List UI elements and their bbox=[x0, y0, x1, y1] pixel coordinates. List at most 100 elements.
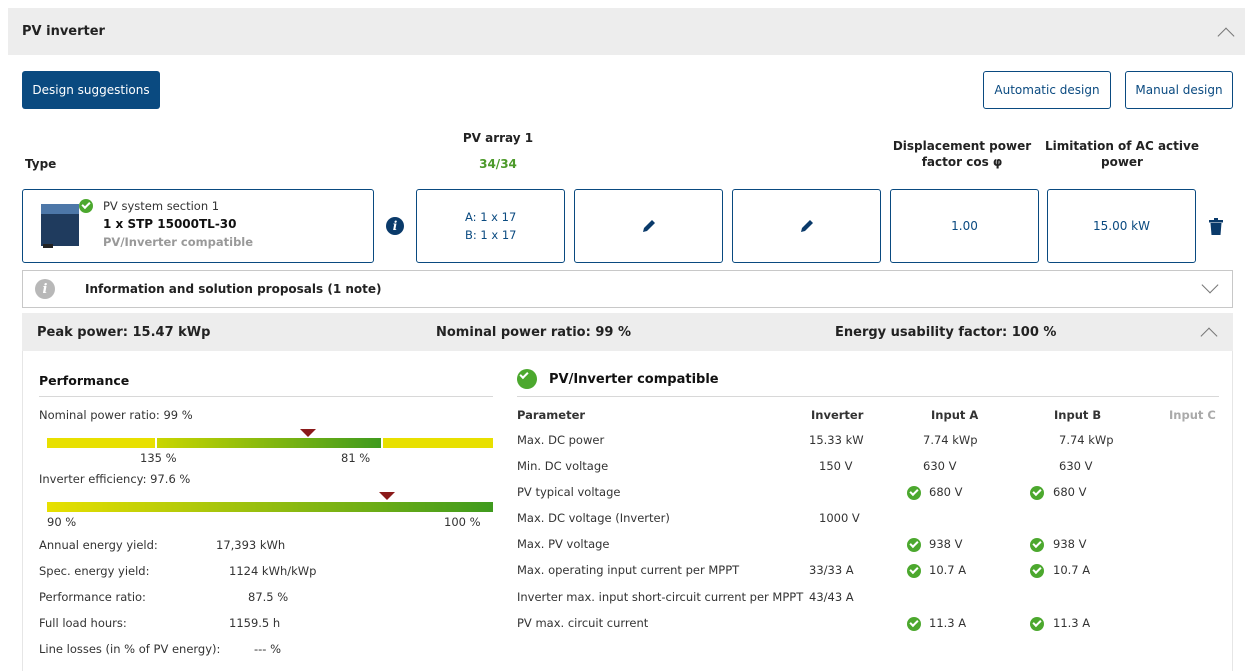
chevron-up-icon[interactable] bbox=[1200, 327, 1218, 345]
check-icon bbox=[1030, 617, 1044, 631]
edit-array-3-button[interactable] bbox=[732, 189, 881, 263]
divider bbox=[39, 396, 493, 397]
inverter-card[interactable]: PV system section 1 1 x STP 15000TL-30 P… bbox=[22, 189, 374, 263]
inverter-model: 1 x STP 15000TL-30 bbox=[103, 217, 237, 231]
pv-array-header: PV array 1 bbox=[462, 131, 534, 145]
strings-a: A: 1 x 17 bbox=[465, 210, 517, 224]
inverter-cell: 1000 V bbox=[819, 511, 860, 525]
ac-limit-cell[interactable]: 15.00 kW bbox=[1047, 189, 1196, 263]
parameter-cell: PV max. circuit current bbox=[517, 616, 649, 630]
input-b-cell: 938 V bbox=[1053, 537, 1087, 551]
info-icon[interactable]: i bbox=[386, 217, 404, 235]
col-input-b: Input B bbox=[1054, 408, 1102, 422]
efficiency-label: Inverter efficiency: 97.6 % bbox=[39, 472, 191, 486]
parameter-cell: Max. DC voltage (Inverter) bbox=[517, 511, 670, 525]
parameter-cell: Max. DC power bbox=[517, 433, 605, 447]
info-icon: i bbox=[35, 279, 55, 299]
efficiency-tick-right: 100 % bbox=[444, 515, 481, 529]
input-a-cell: 630 V bbox=[923, 459, 957, 473]
displacement-header-line1: Displacement power bbox=[892, 139, 1032, 153]
input-b-cell: 7.74 kWp bbox=[1059, 433, 1114, 447]
check-icon bbox=[907, 538, 921, 552]
line-losses-label: Line losses (in % of PV energy): bbox=[39, 642, 221, 656]
nominal-bar-low bbox=[47, 438, 155, 448]
input-b-cell: 630 V bbox=[1059, 459, 1093, 473]
line-losses-value: --- % bbox=[254, 642, 282, 656]
check-icon bbox=[907, 486, 921, 500]
parameter-cell: Min. DC voltage bbox=[517, 459, 609, 473]
full-load-hours-value: 1159.5 h bbox=[229, 616, 281, 630]
compatible-check-icon bbox=[517, 369, 537, 389]
input-a-cell: 938 V bbox=[929, 537, 963, 551]
type-header: Type bbox=[25, 157, 57, 171]
performance-ratio-label: Performance ratio: bbox=[39, 590, 146, 604]
nominal-bar-optimal bbox=[157, 438, 381, 448]
chevron-down-icon[interactable] bbox=[1201, 276, 1219, 294]
nominal-marker bbox=[300, 429, 316, 437]
performance-title: Performance bbox=[39, 373, 130, 388]
nominal-ratio-label: Nominal power ratio: 99 % bbox=[39, 408, 193, 422]
check-icon bbox=[1030, 538, 1044, 552]
input-a-cell: 7.74 kWp bbox=[923, 433, 978, 447]
chevron-up-icon[interactable] bbox=[1217, 27, 1235, 45]
full-load-hours-label: Full load hours: bbox=[39, 616, 127, 630]
input-a-cell: 680 V bbox=[929, 485, 963, 499]
details-panel: Performance Nominal power ratio: 99 % 13… bbox=[22, 351, 1233, 671]
section-title: PV inverter bbox=[22, 24, 105, 39]
efficiency-marker bbox=[379, 492, 395, 500]
input-b-cell: 680 V bbox=[1053, 485, 1087, 499]
col-parameter: Parameter bbox=[517, 408, 586, 422]
input-b-cell: 10.7 A bbox=[1053, 563, 1091, 577]
efficiency-tick-left: 90 % bbox=[47, 515, 77, 529]
strings-b: B: 1 x 17 bbox=[465, 228, 517, 242]
displacement-header-line2: factor cos φ bbox=[921, 155, 1003, 169]
spec-yield-value: 1124 kWh/kWp bbox=[229, 564, 317, 578]
col-inverter: Inverter bbox=[811, 408, 864, 422]
parameter-cell: PV typical voltage bbox=[517, 485, 621, 499]
input-a-cell: 10.7 A bbox=[929, 563, 967, 577]
pv-array-count: 34/34 bbox=[479, 157, 517, 171]
divider bbox=[517, 396, 1219, 397]
edit-array-2-button[interactable] bbox=[574, 189, 723, 263]
compatibility-status: PV/Inverter compatible bbox=[103, 235, 254, 249]
information-label: Information and solution proposals (1 no… bbox=[85, 282, 382, 296]
cos-phi-cell[interactable]: 1.00 bbox=[890, 189, 1039, 263]
annual-yield-value: 17,393 kWh bbox=[216, 538, 286, 552]
inverter-cell: 33/33 A bbox=[809, 563, 854, 577]
strings-cell[interactable]: A: 1 x 17 B: 1 x 17 bbox=[416, 189, 565, 263]
automatic-design-button[interactable]: Automatic design bbox=[983, 71, 1111, 109]
pv-system-section: PV system section 1 bbox=[103, 199, 220, 213]
col-input-a: Input A bbox=[931, 408, 979, 422]
nominal-power-ratio: Nominal power ratio: 99 % bbox=[436, 325, 631, 340]
nominal-tick-left: 135 % bbox=[140, 451, 177, 465]
input-b-cell: 11.3 A bbox=[1053, 616, 1091, 630]
manual-design-button[interactable]: Manual design bbox=[1125, 71, 1233, 109]
design-suggestions-button[interactable]: Design suggestions bbox=[22, 71, 160, 109]
check-icon bbox=[1030, 486, 1044, 500]
input-a-cell: 11.3 A bbox=[929, 616, 967, 630]
compat-title: PV/Inverter compatible bbox=[549, 372, 719, 387]
parameter-cell: Max. PV voltage bbox=[517, 537, 610, 551]
inverter-cell: 43/43 A bbox=[809, 590, 854, 604]
spec-yield-label: Spec. energy yield: bbox=[39, 564, 150, 578]
limitation-header-line2: power bbox=[1101, 155, 1143, 169]
check-icon bbox=[907, 617, 921, 631]
trash-icon[interactable] bbox=[1209, 218, 1223, 235]
inverter-cell: 150 V bbox=[819, 459, 853, 473]
inverter-cell: 15.33 kW bbox=[809, 433, 864, 447]
check-icon bbox=[907, 564, 921, 578]
performance-ratio-value: 87.5 % bbox=[248, 590, 289, 604]
col-input-c: Input C bbox=[1169, 408, 1216, 422]
information-bar[interactable]: i Information and solution proposals (1 … bbox=[22, 270, 1233, 308]
limitation-header-line1: Limitation of AC active bbox=[1045, 139, 1199, 153]
annual-yield-label: Annual energy yield: bbox=[39, 538, 158, 552]
parameter-cell: Max. operating input current per MPPT bbox=[517, 563, 740, 577]
energy-usability-factor: Energy usability factor: 100 % bbox=[835, 325, 1057, 340]
pencil-icon bbox=[800, 220, 813, 232]
summary-bar[interactable]: Peak power: 15.47 kWp Nominal power rati… bbox=[22, 313, 1233, 351]
peak-power: Peak power: 15.47 kWp bbox=[37, 325, 211, 340]
pencil-icon bbox=[642, 220, 655, 232]
nominal-bar-high bbox=[383, 438, 493, 448]
pv-inverter-header[interactable]: PV inverter bbox=[8, 8, 1245, 55]
nominal-tick-right: 81 % bbox=[341, 451, 371, 465]
